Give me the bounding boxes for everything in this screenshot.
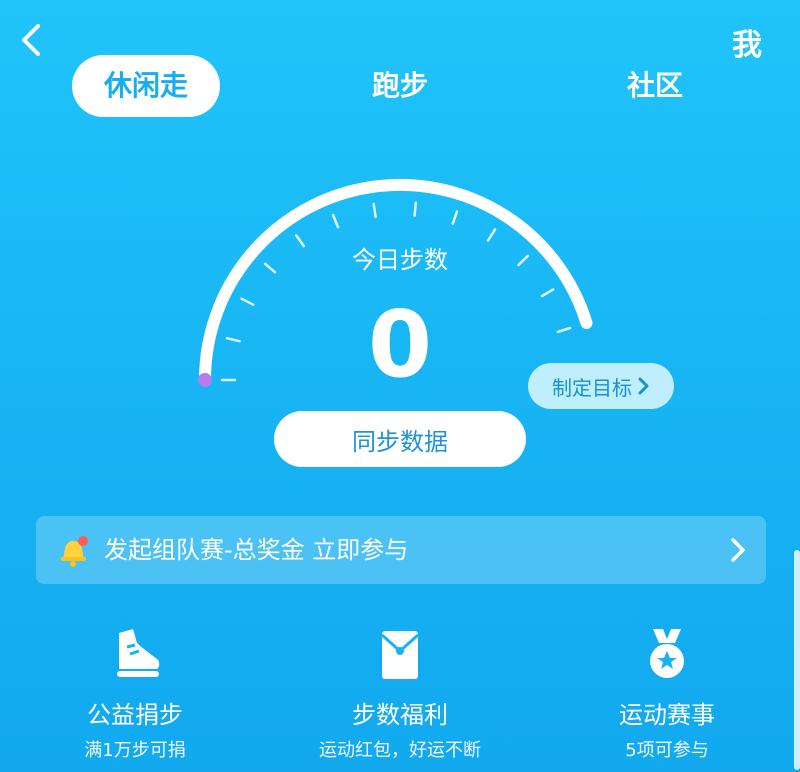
feature-subtitle: 运动红包，好运不断 [319, 740, 481, 761]
set-goal-button[interactable]: 制定目标 [528, 363, 674, 409]
gauge-tick [517, 254, 529, 267]
feature-donate-steps[interactable]: 公益捐步 满1万步可捐 [25, 625, 245, 762]
chevron-right-icon [638, 377, 649, 395]
feature-subtitle: 满1万步可捐 [84, 740, 186, 761]
gauge-tick [263, 262, 277, 274]
gauge-tick [225, 336, 241, 343]
sync-data-button[interactable]: 同步数据 [274, 411, 526, 467]
banner-text: 发起组队赛-总奖金 立即参与 [104, 536, 409, 564]
feature-name: 步数福利 [352, 701, 448, 729]
red-envelope-icon [381, 631, 419, 679]
feature-subtitle: 5项可参与 [625, 740, 709, 761]
back-chevron-icon[interactable] [14, 22, 50, 58]
gauge-tick [372, 202, 377, 219]
sync-data-label: 同步数据 [352, 427, 448, 456]
gauge-tick [451, 210, 459, 225]
feature-step-benefits[interactable]: 步数福利 运动红包，好运不断 [290, 625, 510, 762]
gauge-progress-dot [198, 373, 212, 387]
feature-name: 公益捐步 [87, 701, 183, 729]
tab-community[interactable]: 社区 [595, 55, 715, 117]
bell-icon [61, 536, 88, 567]
tab-running[interactable]: 跑步 [340, 55, 460, 117]
medal-icon [650, 629, 684, 678]
shoe-icon [117, 629, 160, 677]
step-count: 0 [367, 291, 432, 398]
gauge-tick [486, 228, 497, 242]
feature-name: 运动赛事 [619, 701, 715, 729]
set-goal-label: 制定目标 [552, 375, 632, 400]
feature-sports-events[interactable]: 运动赛事 5项可参与 [557, 625, 777, 762]
gauge-tick [240, 297, 255, 306]
gauge-tick [413, 201, 418, 217]
gauge-tick [540, 288, 555, 298]
scrollbar[interactable] [794, 550, 800, 770]
gauge-title: 今日步数 [352, 246, 448, 274]
gauge-tick [331, 213, 340, 229]
gauge-tick [556, 326, 572, 334]
mode-tabs: 休闲走 跑步 社区 [0, 55, 800, 117]
chevron-right-icon [731, 538, 745, 562]
team-race-banner[interactable]: 发起组队赛-总奖金 立即参与 [36, 516, 766, 584]
tab-casual-walk[interactable]: 休闲走 [72, 55, 220, 117]
